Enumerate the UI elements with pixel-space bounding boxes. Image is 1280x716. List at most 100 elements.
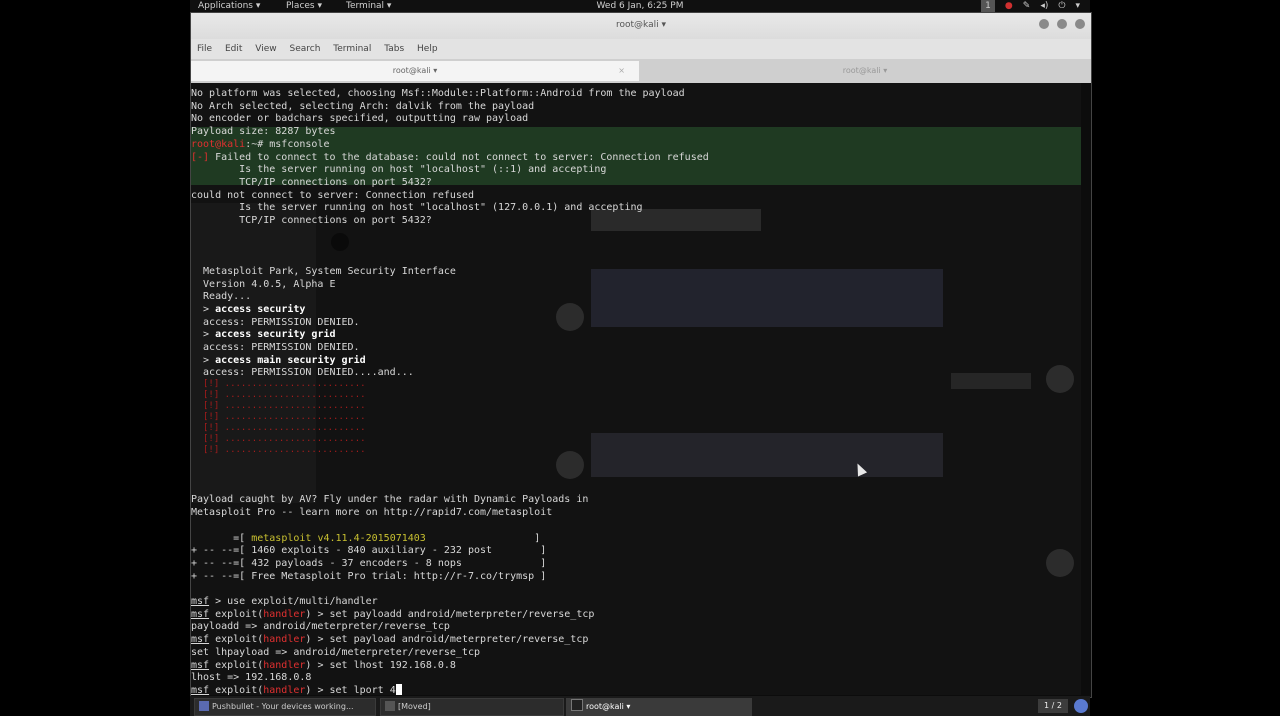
- red-banner-line: [!] ..........................: [203, 445, 366, 455]
- workspace-pager[interactable]: 1 / 2: [1038, 699, 1068, 713]
- terminal-text: ) > set payloadd android/meterpreter/rev…: [305, 608, 595, 620]
- terminal-text: access security grid: [215, 329, 336, 341]
- terminal-text: Payload caught by AV? Fly under the rada…: [191, 494, 589, 506]
- terminal-text: msf: [191, 596, 210, 607]
- menu-help[interactable]: Help: [417, 44, 438, 54]
- ghost-avatar: [1046, 365, 1074, 393]
- close-icon[interactable]: [1075, 19, 1085, 29]
- red-banner-line: [!] ..........................: [203, 434, 366, 444]
- terminal-line: root@kali:~# msfconsole: [191, 138, 329, 151]
- terminal-text: access: PERMISSION DENIED.: [191, 316, 360, 328]
- terminal-text: exploit(: [209, 608, 264, 620]
- terminal-icon: [571, 699, 583, 711]
- clock[interactable]: Wed 6 Jan, 6:25 PM: [590, 0, 690, 12]
- terminal-text: No platform was selected, choosing Msf::…: [191, 88, 685, 99]
- menu-search[interactable]: Search: [289, 44, 320, 54]
- red-banner-line: [!] ..........................: [203, 390, 366, 400]
- terminal-text: ) > set lport 4: [305, 684, 396, 695]
- window-titlebar[interactable]: root@kali ▾: [191, 13, 1091, 39]
- places-menu[interactable]: Places ▾: [286, 0, 322, 12]
- terminal-line: > access security: [191, 303, 305, 316]
- terminal-line: + -- --=[ 432 payloads - 37 encoders - 8…: [191, 557, 546, 570]
- workspace-indicator[interactable]: 1: [981, 0, 995, 12]
- terminal-text: > use exploit/multi/handler: [209, 596, 378, 607]
- ghost-avatar: [331, 233, 349, 251]
- app-icon[interactable]: [1074, 699, 1088, 713]
- terminal-text: ) > set payload android/meterpreter/reve…: [305, 634, 589, 646]
- tab-label: root@kali ▾: [842, 66, 888, 75]
- terminal-text: >: [191, 303, 216, 315]
- terminal-text: access: PERMISSION DENIED.: [191, 342, 360, 353]
- window-title[interactable]: root@kali ▾: [191, 20, 1091, 30]
- terminal-text: Payload size: 8287 bytes: [191, 126, 336, 138]
- terminal-app-menu[interactable]: Terminal ▾: [346, 0, 391, 12]
- task-label: root@kali ▾: [586, 702, 631, 711]
- record-icon[interactable]: ●: [1005, 0, 1013, 12]
- terminal-text: payloadd => android/meterpreter/reverse_…: [191, 621, 450, 633]
- terminal-text: No encoder or badchars specified, output…: [191, 113, 529, 125]
- terminal-text: metasploit v4.11.4-2015071403: [251, 532, 426, 544]
- terminal-text: No Arch selected, selecting Arch: dalvik…: [191, 100, 535, 112]
- menu-edit[interactable]: Edit: [225, 44, 242, 54]
- red-banner-line: [!] ..........................: [203, 379, 366, 389]
- terminal-line: Ready...: [191, 290, 251, 303]
- terminal-line: TCP/IP connections on port 5432?: [191, 176, 432, 189]
- terminal-line: msf exploit(handler) > set lport 4: [191, 683, 402, 695]
- terminal-line: access: PERMISSION DENIED.: [191, 341, 360, 354]
- menu-file[interactable]: File: [197, 44, 212, 54]
- terminal-text: Metasploit Pro -- learn more on http://r…: [191, 507, 553, 519]
- terminal-text: msf: [191, 684, 210, 695]
- terminal-output[interactable]: [!] .......................... [!] ......…: [191, 83, 1081, 695]
- top-panel: Applications ▾ Places ▾ Terminal ▾ Wed 6…: [190, 0, 1090, 12]
- terminal-text: access main security grid: [215, 354, 366, 366]
- wrench-icon[interactable]: ✎: [1023, 0, 1031, 12]
- terminal-text: >: [191, 329, 216, 341]
- tab-root-kali-1[interactable]: root@kali ▾ ×: [191, 61, 639, 81]
- tab-root-kali-2[interactable]: root@kali ▾: [643, 61, 1087, 81]
- minimize-icon[interactable]: [1039, 19, 1049, 29]
- terminal-text: TCP/IP connections on port 5432?: [191, 176, 432, 188]
- taskbar-moved[interactable]: [Moved]: [380, 698, 564, 716]
- tab-bar: root@kali ▾ × root@kali ▾: [191, 59, 1091, 83]
- red-banner-line: [!] ..........................: [203, 423, 366, 433]
- terminal-line: Is the server running on host "localhost…: [191, 201, 643, 214]
- menu-terminal[interactable]: Terminal: [333, 44, 371, 54]
- ghost-avatar: [556, 451, 584, 479]
- menu-tabs[interactable]: Tabs: [384, 44, 404, 54]
- terminal-line: [-] Failed to connect to the database: c…: [191, 151, 709, 164]
- dropdown-icon[interactable]: ▾: [1075, 0, 1080, 12]
- terminal-text: Ready...: [191, 291, 252, 303]
- volume-icon[interactable]: ◂): [1040, 0, 1048, 12]
- terminal-line: No platform was selected, choosing Msf::…: [191, 87, 685, 100]
- terminal-text: =[: [191, 532, 252, 544]
- terminal-text: root@kali: [191, 138, 246, 150]
- terminal-text: lhost => 192.168.0.8: [191, 672, 312, 684]
- menu-view[interactable]: View: [255, 44, 276, 54]
- terminal-line: =[ metasploit v4.11.4-2015071403 ]: [191, 532, 540, 545]
- applications-menu[interactable]: Applications ▾: [198, 0, 260, 12]
- menu-bar: File Edit View Search Terminal Tabs Help: [191, 39, 1091, 59]
- taskbar-pushbullet[interactable]: Pushbullet - Your devices working...: [194, 698, 376, 716]
- terminal-line: msf exploit(handler) > set payloadd andr…: [191, 608, 594, 621]
- browser-icon: [199, 701, 209, 711]
- terminal-text: exploit(: [209, 684, 264, 695]
- maximize-icon[interactable]: [1057, 19, 1067, 29]
- terminal-text: :~# msfconsole: [245, 138, 330, 150]
- taskbar-terminal[interactable]: root@kali ▾: [566, 698, 752, 716]
- terminal-text: handler: [263, 634, 306, 646]
- terminal-text: msf: [191, 608, 210, 620]
- terminal-text: handler: [263, 684, 306, 695]
- terminal-text: handler: [263, 608, 306, 620]
- tab-label: root@kali ▾: [392, 66, 438, 75]
- power-icon[interactable]: ⏻: [1058, 0, 1065, 12]
- task-label: Pushbullet - Your devices working...: [212, 702, 354, 711]
- terminal-line: Is the server running on host "localhost…: [191, 163, 606, 176]
- close-tab-icon[interactable]: ×: [618, 61, 625, 81]
- terminal-text: Is the server running on host "localhost…: [191, 202, 643, 214]
- terminal-line: Payload caught by AV? Fly under the rada…: [191, 493, 588, 506]
- red-banner-line: [!] ..........................: [203, 412, 366, 422]
- terminal-text: access: PERMISSION DENIED....and...: [191, 367, 414, 379]
- ghost-panel: [591, 433, 943, 477]
- terminal-line: msf exploit(handler) > set lhost 192.168…: [191, 659, 456, 672]
- terminal-text: + -- --=[ 432 payloads - 37 encoders - 8…: [191, 557, 547, 569]
